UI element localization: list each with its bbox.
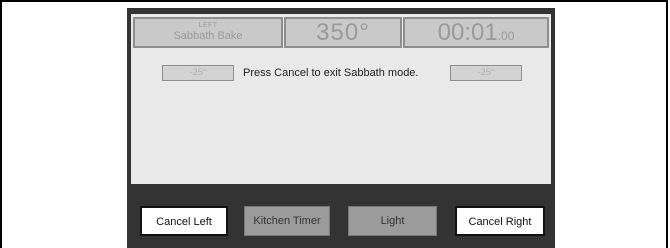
message-row: -25° Press Cancel to exit Sabbath mode. …: [131, 63, 551, 83]
temperature-segment: 350°: [284, 17, 402, 48]
temp-decrease-right-button[interactable]: -25°: [450, 65, 522, 81]
oven-mode-label: Sabbath Bake: [173, 30, 243, 42]
oven-mode-segment: LEFT Sabbath Bake: [133, 17, 283, 48]
sabbath-message: Press Cancel to exit Sabbath mode.: [243, 67, 419, 79]
oven-display-screen: LEFT Sabbath Bake 350° 00:01:00 -25° Pre…: [131, 14, 551, 184]
top-border: [2, 0, 666, 2]
kitchen-timer-button[interactable]: Kitchen Timer: [244, 206, 330, 236]
light-button[interactable]: Light: [348, 206, 437, 236]
timer-seconds: :00: [497, 29, 515, 43]
cancel-left-button[interactable]: Cancel Left: [140, 206, 228, 236]
timer-readout: 00:01: [437, 19, 498, 46]
timer-segment: 00:01:00: [403, 17, 549, 48]
temp-decrease-left-button[interactable]: -25°: [162, 65, 234, 81]
temperature-readout: 350°: [316, 19, 370, 46]
oven-position-label: LEFT: [198, 22, 218, 29]
cancel-right-button[interactable]: Cancel Right: [455, 206, 545, 236]
